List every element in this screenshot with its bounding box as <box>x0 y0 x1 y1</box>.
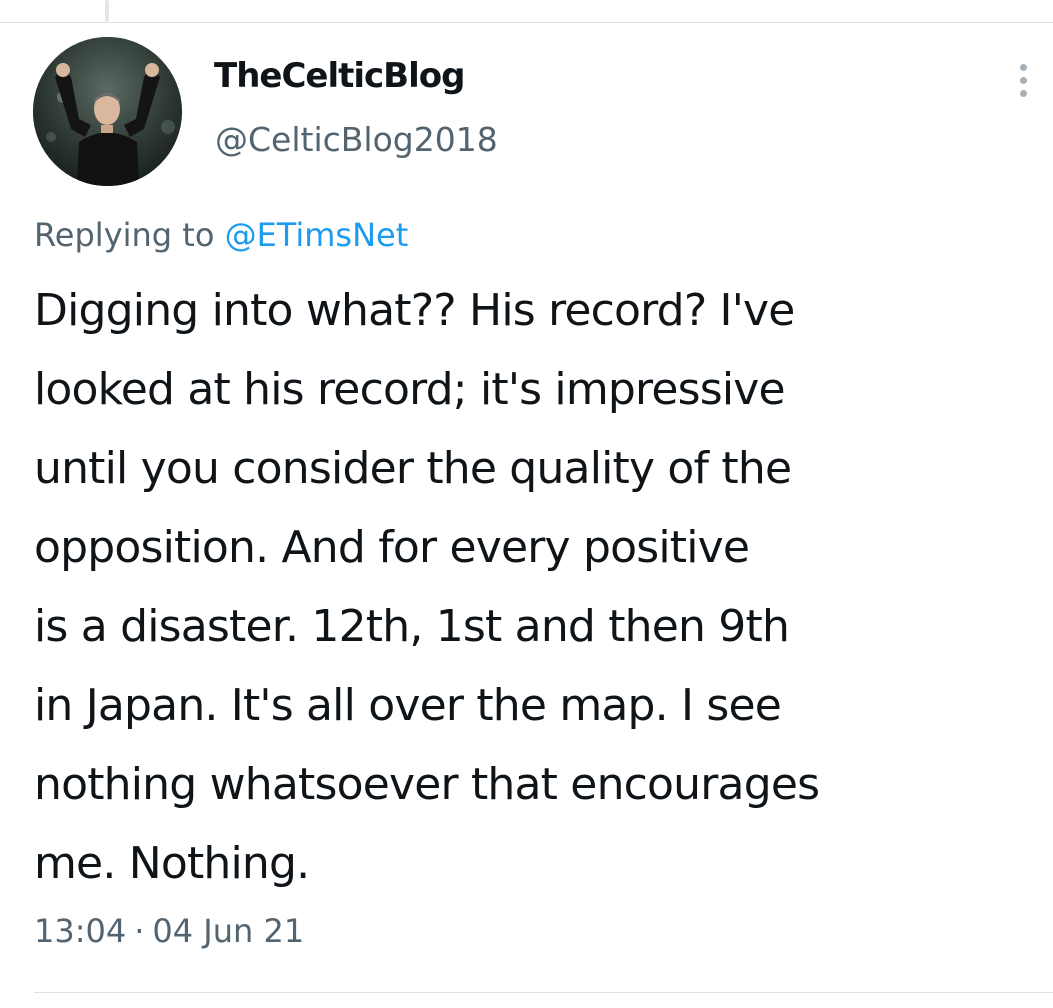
replying-to-line: Replying to @ETimsNet <box>34 216 408 254</box>
more-options-button[interactable] <box>1010 60 1038 100</box>
tweet-line: looked at his record; it's impressive <box>34 364 786 415</box>
reply-mention-link[interactable]: @ETimsNet <box>225 216 409 254</box>
tweet-timestamp[interactable]: 13:04 · 04 Jun 21 <box>34 912 304 950</box>
more-vertical-icon-dot-top <box>1020 64 1027 71</box>
tweet-body: Digging into what?? His record? I've loo… <box>34 271 820 903</box>
tweet-line: me. Nothing. <box>34 838 310 889</box>
timestamp-separator: · <box>134 912 145 950</box>
thread-connector-line <box>105 0 109 22</box>
tweet-line: Digging into what?? His record? I've <box>34 285 795 336</box>
tweet-date[interactable]: 04 Jun 21 <box>152 912 304 950</box>
bottom-divider <box>34 992 1053 993</box>
top-divider <box>0 22 1053 23</box>
author-display-name[interactable]: TheCelticBlog <box>214 56 465 96</box>
more-vertical-icon-dot-middle <box>1020 77 1027 84</box>
author-avatar[interactable] <box>33 37 182 186</box>
tweet-line: until you consider the quality of the <box>34 443 792 494</box>
avatar-photo <box>33 37 182 186</box>
tweet-line: is a disaster. 12th, 1st and then 9th <box>34 601 790 652</box>
tweet-line: nothing whatsoever that encourages <box>34 759 820 810</box>
author-handle[interactable]: @CelticBlog2018 <box>215 120 498 159</box>
tweet-line: opposition. And for every positive <box>34 522 750 573</box>
tweet-time[interactable]: 13:04 <box>34 912 126 950</box>
tweet-line: in Japan. It's all over the map. I see <box>34 680 782 731</box>
replying-to-label: Replying to <box>34 216 225 254</box>
more-vertical-icon-dot-bottom <box>1020 90 1027 97</box>
